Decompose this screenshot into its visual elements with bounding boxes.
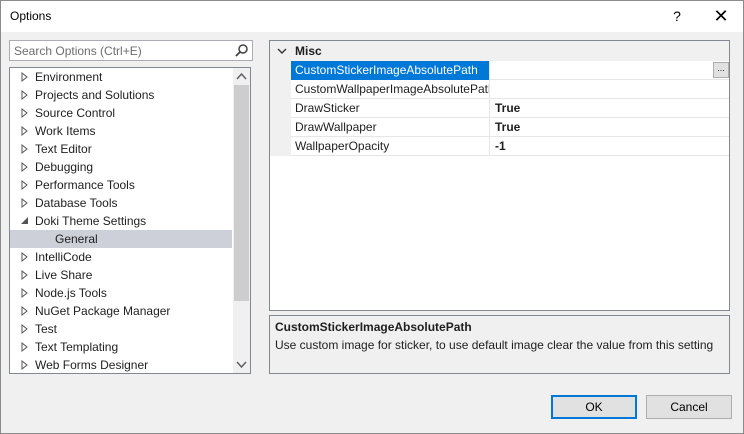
property-name[interactable]: CustomWallpaperImageAbsolutePath [291,80,490,99]
tree-item-label: Test [35,322,58,336]
row-gutter [270,137,291,156]
tree-item-label: Node.js Tools [35,286,107,300]
tree-item-label: Source Control [35,106,116,120]
row-gutter [270,61,291,80]
expand-arrow-icon[interactable] [20,302,30,320]
description-title: CustomStickerImageAbsolutePath [275,320,472,334]
title-bar: Options ? ✕ [1,1,743,32]
cancel-button[interactable]: Cancel [646,395,732,419]
tree-item-nodejs-tools[interactable]: Node.js Tools [10,284,232,302]
tree-item-debugging[interactable]: Debugging [10,158,232,176]
tree-item-live-share[interactable]: Live Share [10,266,232,284]
search-icon[interactable] [234,43,249,58]
property-row[interactable]: DrawWallpaper True [270,118,729,137]
expand-arrow-icon[interactable] [20,248,30,266]
property-name[interactable]: CustomStickerImageAbsolutePath [291,61,490,80]
tree-item-nuget-package-manager[interactable]: NuGet Package Manager [10,302,232,320]
property-value[interactable] [492,80,712,99]
tree-item-label: Doki Theme Settings [35,214,147,228]
expand-arrow-icon[interactable] [20,158,30,176]
tree-item-label: Debugging [35,160,94,174]
category-label: Misc [295,44,322,58]
window-title: Options [10,9,52,23]
tree-item-text-templating[interactable]: Text Templating [10,338,232,356]
tree-item-label: Text Editor [35,142,92,156]
tree-item-label: Projects and Solutions [35,88,155,102]
tree-item-projects-and-solutions[interactable]: Projects and Solutions [10,86,232,104]
description-panel: CustomStickerImageAbsolutePath Use custo… [269,315,730,374]
expand-arrow-icon[interactable] [20,122,30,140]
scroll-up-icon[interactable] [233,68,250,85]
tree-item-text-editor[interactable]: Text Editor [10,140,232,158]
tree-scrollbar[interactable] [233,68,250,373]
expand-arrow-icon[interactable] [20,266,30,284]
expand-arrow-icon[interactable] [20,194,30,212]
property-row[interactable]: CustomWallpaperImageAbsolutePath [270,80,729,99]
scroll-down-icon[interactable] [233,356,250,373]
row-gutter [270,99,291,118]
property-row[interactable]: DrawSticker True [270,99,729,118]
scrollbar-thumb[interactable] [234,85,249,301]
expand-arrow-icon[interactable] [20,86,30,104]
expand-arrow-icon[interactable] [20,320,30,338]
tree-item-label: Live Share [35,268,93,282]
property-row[interactable]: WallpaperOpacity -1 [270,137,729,156]
options-dialog: Options ? ✕ Search Options (Ctrl+E) Envi… [0,0,744,434]
row-gutter [270,80,291,99]
row-gutter [270,118,291,137]
options-tree: Environment Projects and Solutions Sourc… [9,67,251,374]
tree-item-label: Database Tools [35,196,118,210]
property-name[interactable]: DrawWallpaper [291,118,490,137]
tree-item-environment[interactable]: Environment [10,68,232,86]
tree-item-label: NuGet Package Manager [35,304,171,318]
tree-item-performance-tools[interactable]: Performance Tools [10,176,232,194]
ok-button[interactable]: OK [551,395,637,419]
tree-item-label: General [55,232,98,246]
tree-item-test[interactable]: Test [10,320,232,338]
expand-arrow-icon[interactable] [20,104,30,122]
expand-arrow-icon[interactable] [20,284,30,302]
category-row-misc[interactable]: Misc [270,41,729,61]
property-name[interactable]: DrawSticker [291,99,490,118]
description-text: Use custom image for sticker, to use def… [275,338,714,352]
property-value[interactable]: True [492,118,712,137]
expand-arrow-icon[interactable] [20,356,30,374]
tree-item-source-control[interactable]: Source Control [10,104,232,122]
property-value[interactable] [492,61,712,80]
tree-item-label: Web Forms Designer [35,358,149,372]
tree-item-work-items[interactable]: Work Items [10,122,232,140]
close-button[interactable]: ✕ [708,2,734,30]
expand-arrow-icon[interactable] [20,338,30,356]
tree-item-label: Work Items [35,124,96,138]
expand-arrow-icon[interactable] [20,68,30,86]
tree-item-label: IntelliCode [35,250,92,264]
collapse-arrow-icon[interactable] [20,212,30,230]
property-value[interactable]: True [492,99,712,118]
chevron-down-icon[interactable] [276,45,288,57]
tree-item-doki-theme-settings[interactable]: Doki Theme Settings [10,212,232,230]
tree-item-intellicode[interactable]: IntelliCode [10,248,232,266]
help-button[interactable]: ? [665,2,689,30]
property-value[interactable]: -1 [492,137,712,156]
search-input[interactable]: Search Options (Ctrl+E) [9,40,253,61]
property-grid: Misc CustomStickerImageAbsolutePath ... … [269,40,730,311]
property-row[interactable]: CustomStickerImageAbsolutePath ... [270,61,729,80]
property-name[interactable]: WallpaperOpacity [291,137,490,156]
tree-item-database-tools[interactable]: Database Tools [10,194,232,212]
tree-item-web-forms-designer[interactable]: Web Forms Designer [10,356,232,374]
expand-arrow-icon[interactable] [20,176,30,194]
tree-item-general[interactable]: General [10,230,232,248]
tree-item-label: Text Templating [35,340,119,354]
tree-item-label: Performance Tools [35,178,135,192]
tree-item-label: Environment [35,70,103,84]
expand-arrow-icon[interactable] [20,140,30,158]
browse-button[interactable]: ... [713,62,729,78]
search-placeholder: Search Options (Ctrl+E) [14,44,142,58]
